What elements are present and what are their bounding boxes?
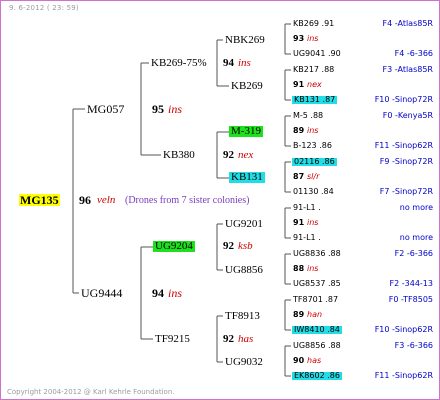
ggp-number: 90: [293, 356, 305, 365]
ancestor-name: UG9041 .90: [293, 49, 341, 58]
parent-lower-number: 94: [152, 286, 164, 300]
root-name: MG135: [19, 193, 60, 207]
grandparent-name: KB269-75%: [151, 57, 207, 69]
grandparent-name: KB380: [163, 149, 195, 161]
ggp-gene: nex: [307, 80, 322, 89]
root-number: 96: [79, 193, 91, 207]
grandparent-number: 92: [223, 333, 234, 345]
pedigree-frame: 9. 6-2012 ( 23: 59) MG135 96 veln (Drone…: [0, 0, 440, 400]
ancestor-name: UG8537 .85: [293, 279, 341, 288]
great-grandparent-name: UG9032: [225, 356, 263, 368]
ancestor-name: M-5 .88: [293, 111, 324, 120]
grandparent-gene: has: [238, 333, 254, 345]
ancestor-line: F0 -TF8505: [388, 295, 433, 304]
copyright-footer: Copyright 2004-2012 @ Karl Kehrle Founda…: [7, 388, 175, 396]
ancestor-line: F7 -Sinop72R: [379, 187, 433, 196]
ancestor-line: F4 -6-366: [394, 49, 433, 58]
ancestor-name: B-123 .86: [293, 141, 332, 150]
ancestor-name: UG8836 .88: [293, 249, 341, 258]
grandparent-gene: ins: [238, 57, 251, 69]
parent-lower-name: UG9444: [81, 286, 123, 300]
ggp-number: 88: [293, 264, 305, 273]
ancestor-name: KB269 .91: [293, 19, 335, 28]
grandparent-number: 94: [223, 57, 234, 69]
ancestor-line: F4 -Atlas85R: [382, 19, 433, 28]
ggp-number: 89: [293, 126, 305, 135]
ggp-gene: sl/r: [307, 172, 320, 181]
ggp-gene: has: [307, 356, 322, 365]
ancestor-line: F0 -Kenya5R: [382, 111, 433, 120]
ggp-number: 89: [293, 310, 305, 319]
ancestor-name: 02116 .86: [292, 157, 337, 166]
parent-upper-name: MG057: [87, 102, 125, 116]
grandparent-name: TF9215: [155, 333, 190, 345]
parent-lower-gene: ins: [168, 286, 183, 300]
ancestor-line: F10 -Sinop62R: [374, 325, 433, 334]
ancestor-line: F2 -6-366: [394, 249, 433, 258]
ancestor-name: 91-L1 .: [293, 203, 321, 212]
grandparent-number: 92: [223, 149, 234, 161]
ancestor-name: EK8602 .86: [292, 371, 342, 380]
ggp-gene: han: [307, 310, 323, 319]
great-grandparent-name: UG8856: [225, 264, 263, 276]
ancestor-line: F3 -Atlas85R: [382, 65, 433, 74]
ancestor-line: F11 -Sinop62R: [374, 141, 433, 150]
ggp-gene: ins: [307, 218, 319, 227]
ancestor-line: no more: [399, 233, 433, 242]
ggp-number: 91: [293, 218, 305, 227]
ggp-gene: ins: [307, 34, 319, 43]
ancestor-name: UG8856 .88: [293, 341, 341, 350]
ancestor-line: F10 -Sinop72R: [374, 95, 433, 104]
root-gene: veln: [97, 194, 116, 206]
ggp-gene: ins: [307, 264, 319, 273]
grandparent-gene: nex: [238, 149, 254, 161]
parent-upper-gene: ins: [168, 102, 183, 116]
ancestor-name: IW8410 .84: [292, 325, 342, 334]
ancestor-name: 01130 .84: [293, 187, 334, 196]
ggp-gene: ins: [307, 126, 319, 135]
ggp-number: 87: [293, 172, 305, 181]
great-grandparent-name: NBK269: [225, 34, 265, 46]
ancestor-line: F9 -Sinop72R: [379, 157, 433, 166]
ggp-number: 91: [293, 80, 305, 89]
ancestor-line: F11 -Sinop62R: [374, 371, 433, 380]
ancestor-line: F2 -344-13: [389, 279, 433, 288]
grandparent-number: 92: [223, 240, 234, 252]
grandparent-name: UG9204: [153, 240, 195, 252]
great-grandparent-name: TF8913: [225, 310, 260, 322]
great-grandparent-name: KB131: [229, 171, 265, 183]
ggp-number: 93: [293, 34, 305, 43]
ancestor-name: KB131 .87: [292, 95, 338, 104]
parent-upper-number: 95: [152, 102, 164, 116]
great-grandparent-name: M-319: [229, 125, 263, 137]
ancestor-line: no more: [399, 203, 433, 212]
great-grandparent-name: UG9201: [225, 218, 263, 230]
ancestor-line: F3 -6-366: [394, 341, 433, 350]
grandparent-gene: ksb: [238, 240, 253, 252]
ancestor-name: 91-L1 .: [293, 233, 321, 242]
ancestor-name: KB217 .88: [293, 65, 335, 74]
root-note: (Drones from 7 sister colonies): [125, 195, 250, 206]
ancestor-name: TF8701 .87: [293, 295, 339, 304]
great-grandparent-name: KB269: [231, 80, 263, 92]
